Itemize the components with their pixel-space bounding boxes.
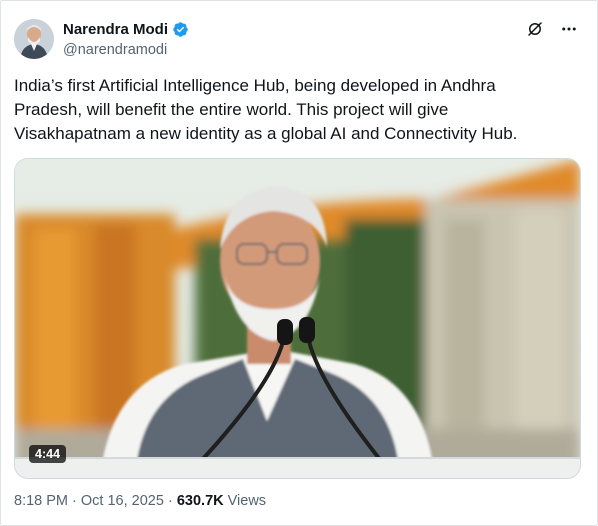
tweet-time[interactable]: 8:18 PM bbox=[14, 493, 68, 509]
meta-separator-2: · bbox=[167, 493, 173, 509]
tweet-text: India’s first Artificial Intelligence Hu… bbox=[14, 76, 518, 143]
views-label: Views bbox=[227, 493, 267, 509]
more-icon[interactable] bbox=[559, 19, 579, 39]
video-player[interactable]: 4:44 bbox=[14, 158, 581, 479]
header-actions bbox=[525, 19, 579, 39]
video-duration: 4:44 bbox=[29, 445, 67, 463]
video-thumbnail bbox=[15, 159, 580, 478]
tweet-card: Narendra Modi @narendramodi India’s firs… bbox=[0, 0, 598, 526]
avatar[interactable] bbox=[14, 19, 54, 59]
tweet-meta: 8:18 PM · Oct 16, 2025 · 630.7K Views bbox=[14, 493, 266, 509]
grok-icon[interactable] bbox=[525, 19, 545, 39]
views-count: 630.7K bbox=[176, 493, 224, 509]
author-handle[interactable]: @narendramodi bbox=[63, 42, 167, 58]
verified-badge-icon bbox=[173, 22, 188, 37]
tweet-date[interactable]: Oct 16, 2025 bbox=[81, 493, 164, 509]
author-name[interactable]: Narendra Modi bbox=[63, 21, 168, 38]
meta-separator: · bbox=[72, 493, 77, 509]
author-name-row: Narendra Modi bbox=[63, 21, 189, 38]
